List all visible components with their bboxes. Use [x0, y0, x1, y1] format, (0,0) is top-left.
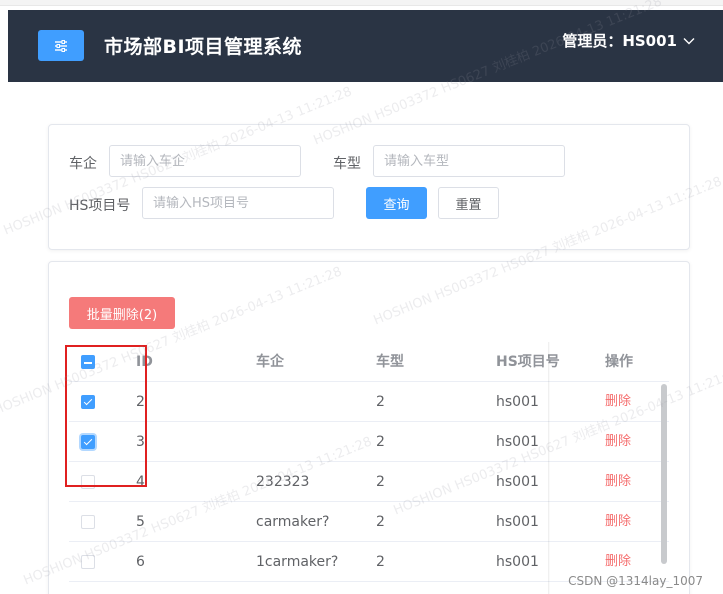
cell-id: 6 — [136, 554, 145, 570]
hs-project-label: HS项目号 — [69, 198, 131, 214]
fixed-column-shadow — [548, 342, 550, 594]
user-menu[interactable]: 管理员：HS001 — [562, 30, 695, 51]
cell-model: 2 — [376, 474, 385, 490]
cell-id: 5 — [136, 514, 145, 530]
row-checkbox[interactable] — [81, 555, 95, 569]
table-row: 5 carmaker? 2 hs001 删除 — [69, 502, 669, 542]
cell-model: 2 — [376, 554, 385, 570]
csdn-credit: CSDN @1314lay_1007 — [568, 574, 703, 588]
table-row: 4 232323 2 hs001 删除 — [69, 462, 669, 502]
cell-model: 2 — [376, 434, 385, 450]
cell-automaker: carmaker? — [256, 514, 330, 530]
selection-highlight-box — [65, 345, 147, 487]
cell-hs-project: hs001 — [496, 434, 539, 450]
menu-toggle-button[interactable] — [38, 30, 84, 61]
delete-link[interactable]: 删除 — [605, 422, 631, 462]
table-scrollbar[interactable] — [661, 384, 667, 564]
query-button[interactable]: 查询 — [366, 187, 427, 219]
automaker-label: 车企 — [69, 156, 97, 172]
user-label: 管理员：HS001 — [562, 32, 677, 50]
column-header-hs-project: HS项目号 — [496, 354, 560, 370]
automaker-input[interactable] — [109, 145, 301, 177]
sliders-icon — [55, 39, 67, 52]
hs-project-input[interactable] — [142, 187, 334, 219]
cell-automaker: 232323 — [256, 474, 310, 490]
cell-hs-project: hs001 — [496, 554, 539, 570]
chevron-down-icon — [683, 37, 695, 44]
column-header-action: 操作 — [605, 354, 633, 370]
cell-hs-project: hs001 — [496, 514, 539, 530]
cell-hs-project: hs001 — [496, 474, 539, 490]
delete-link[interactable]: 删除 — [605, 382, 631, 422]
model-input[interactable] — [373, 145, 565, 177]
table-row: 2 2 hs001 删除 — [69, 382, 669, 422]
column-header-automaker: 车企 — [256, 354, 284, 370]
cell-model: 2 — [376, 514, 385, 530]
delete-link[interactable]: 删除 — [605, 502, 631, 542]
cell-automaker: 1carmaker? — [256, 554, 339, 570]
delete-link[interactable]: 删除 — [605, 462, 631, 502]
reset-button[interactable]: 重置 — [438, 187, 499, 219]
column-header-model: 车型 — [376, 354, 404, 370]
top-edge — [0, 0, 723, 6]
table-row: 3 2 hs001 删除 — [69, 422, 669, 462]
cell-hs-project: hs001 — [496, 394, 539, 410]
table-header-row: ID 车企 车型 HS项目号 操作 — [69, 342, 669, 382]
app-title: 市场部BI项目管理系统 — [104, 36, 303, 58]
cell-model: 2 — [376, 394, 385, 410]
app-header: 市场部BI项目管理系统 管理员：HS001 — [8, 10, 723, 82]
model-label: 车型 — [333, 156, 361, 172]
search-filter-panel: 车企 车型 HS项目号 查询 重置 — [48, 124, 690, 250]
batch-delete-button[interactable]: 批量删除(2) — [69, 297, 175, 329]
row-checkbox[interactable] — [81, 515, 95, 529]
